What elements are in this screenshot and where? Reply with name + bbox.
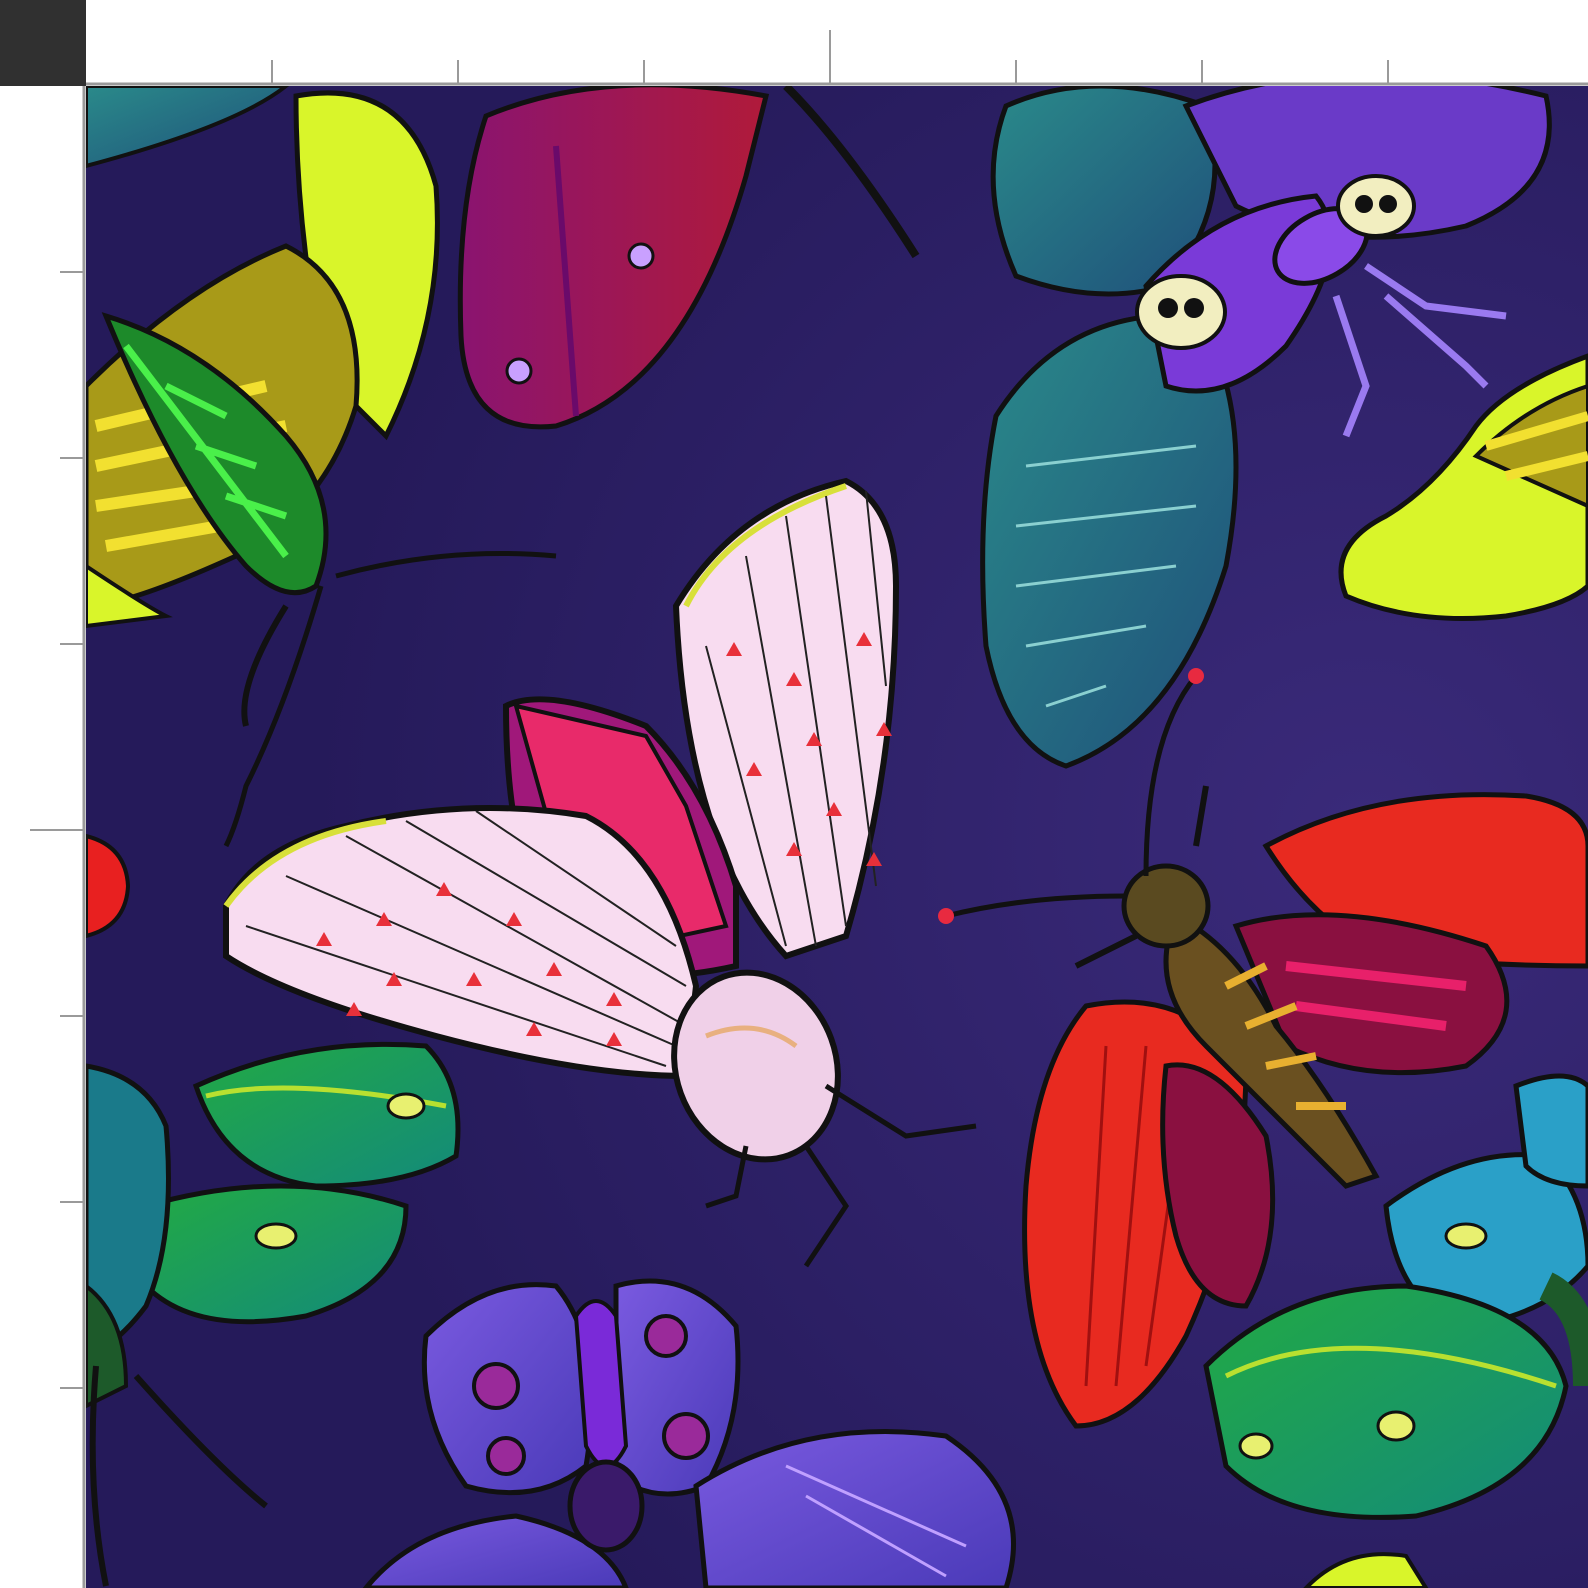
moth-pattern <box>86 86 1588 1588</box>
unit-label <box>0 0 86 86</box>
fabric-swatch <box>86 86 1588 1588</box>
vertical-ruler <box>0 86 86 1588</box>
horizontal-ruler <box>86 0 1588 86</box>
